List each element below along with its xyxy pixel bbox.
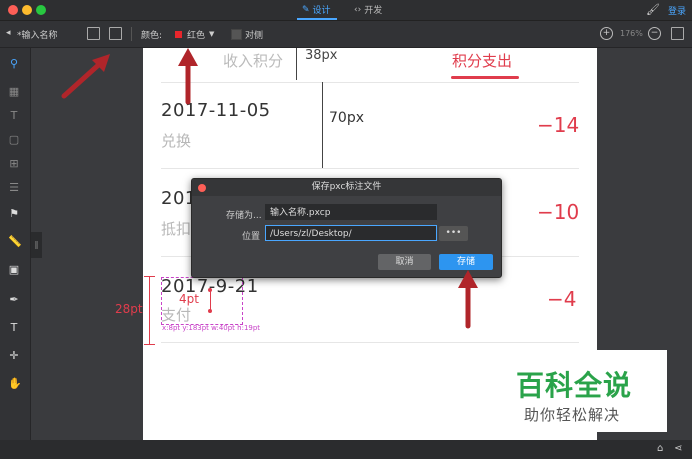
eyedropper-icon[interactable]: ✒ [8,294,20,306]
active-tab-indicator [297,18,337,20]
color-swatch[interactable] [175,31,182,38]
home-icon[interactable]: ⌂ [657,443,663,454]
cancel-button[interactable]: 取消 [378,254,431,270]
save-as-input[interactable]: 输入名称.pxcp [265,204,437,220]
zoom-out-button[interactable]: − [648,27,661,40]
row-divider [161,82,579,83]
opposite-checkbox[interactable] [231,29,242,40]
height-measure-label: 28pt [115,302,143,316]
spacing-label: 38px [305,48,338,63]
watermark-title: 百科全说 [516,369,633,402]
document-name[interactable]: *输入名称 [17,28,58,41]
row-3-amount: −4 [547,287,577,311]
arrow-annotation-save [61,54,110,99]
browse-button[interactable]: ••• [439,226,468,241]
auto-measure-icon[interactable]: ⚲ [8,58,20,70]
row-1-amount: −14 [537,113,580,137]
color-label: 颜色: [141,31,163,41]
export-icon[interactable] [109,27,122,40]
login-link[interactable]: 登录 [668,4,686,17]
share-icon[interactable]: ⋖ [674,443,682,454]
row-1-measure: 70px [329,110,364,126]
dialog-close-button[interactable] [198,184,206,192]
income-tab-label: 收入积分 [223,52,284,70]
expense-tab-label: 积分支出 [452,52,513,70]
selection-coordinates: x:8pt y:183pt w:40pt h:19pt [162,324,261,332]
opposite-label: 对侧 [245,31,264,41]
title-bar: ✎ 设计 ‹› 开发 🖌 登录 [0,0,692,21]
toolbar: ◂ *输入名称 颜色: 红色 ▼ 对侧 + 176% − [0,21,692,48]
arrow-annotation-store [458,270,478,329]
measure-line [296,48,297,80]
height-measure-cap-top [144,276,155,277]
chevron-down-icon[interactable]: ▼ [209,30,214,38]
tab-develop[interactable]: ‹› 开发 [354,3,383,17]
text-tool-icon[interactable]: T [8,322,20,334]
brush-icon[interactable]: 🖌 [646,3,660,16]
tab-develop-label: 开发 [364,6,383,16]
arrow-annotation-color [178,48,198,105]
window-close-button[interactable] [8,5,18,15]
box-icon[interactable]: ▢ [8,134,20,146]
grid-icon[interactable]: ▦ [8,86,20,98]
watermark-subtitle: 助你轻松解决 [524,406,621,424]
zoom-level: 176% [620,29,643,38]
row-1-kind: 兑换 [161,132,192,150]
sidebar-collapse-handle[interactable]: ‖ [31,232,42,258]
height-measure-cap-bottom [144,344,155,345]
row-divider [161,168,579,169]
row-2-amount: −10 [537,200,580,224]
gap-measure-dot [208,309,212,313]
row-2-kind: 抵扣 [161,220,192,238]
save-icon[interactable] [87,27,100,40]
back-chevron-icon[interactable]: ◂ [6,28,11,38]
pen-icon: ✎ [302,4,310,15]
fit-screen-icon[interactable] [671,27,684,40]
gap-measure-label: 4pt [179,292,199,306]
status-bar: ⌂ ⋖ [0,440,692,459]
window-zoom-button[interactable] [36,5,46,15]
location-label: 位置 [242,232,261,242]
selection-box[interactable] [161,277,243,325]
save-dialog: 保存pxc标注文件 存储为... 输入名称.pxcp 位置 /Users/zl/… [191,178,502,278]
save-as-label: 存储为... [226,211,262,221]
measure-line [322,82,323,168]
dialog-title: 保存pxc标注文件 [192,179,501,196]
text-spec-icon[interactable]: T [8,110,20,122]
hand-icon[interactable]: ✋ [8,378,22,390]
tool-sidebar: ⚲ ▦ T ▢ ⊞ ☰ ⚑ 📏 ▣ ✒ T ✛ ✋ [0,48,31,440]
location-input[interactable]: /Users/zl/Desktop/ [265,225,437,241]
watermark-logo: 百科全说 助你轻松解决 [508,350,667,432]
rect-icon[interactable]: ▣ [8,264,20,276]
tab-design-label: 设计 [312,6,331,16]
crosshair-icon[interactable]: ✛ [8,350,20,362]
window-minimize-button[interactable] [22,5,32,15]
zoom-in-button[interactable]: + [600,27,613,40]
tab-design[interactable]: ✎ 设计 [302,3,331,17]
flag-icon[interactable]: ⚑ [8,208,20,220]
list-icon[interactable]: ☰ [8,182,20,194]
color-select[interactable]: 红色 [187,28,205,41]
plus-box-icon[interactable]: ⊞ [8,158,20,170]
code-icon: ‹› [354,4,362,15]
toolbar-divider [131,27,132,41]
gap-measure-dot [208,288,212,292]
row-divider [161,342,579,343]
height-measure-line [149,276,150,344]
expense-tab-underline [451,76,519,79]
ruler-icon[interactable]: 📏 [8,236,22,248]
